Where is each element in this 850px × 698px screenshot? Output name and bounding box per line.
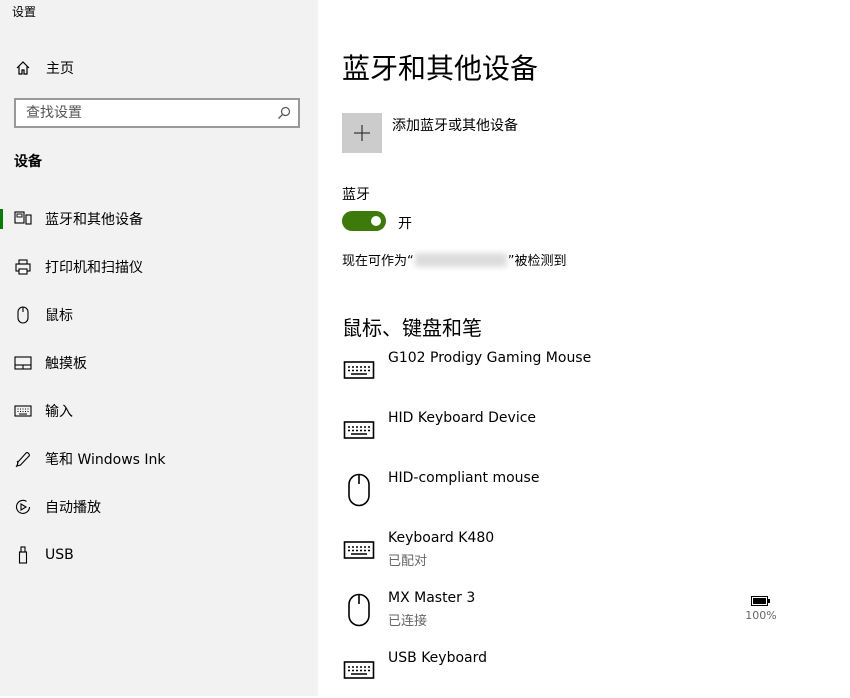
main-content: 蓝牙和其他设备 添加蓝牙或其他设备 蓝牙 开 现在可作为“ ”被检测到 鼠标、键…: [342, 0, 850, 696]
device-status: 已连接: [388, 614, 428, 629]
home-link[interactable]: 主页: [14, 58, 74, 78]
sidebar-item-printers[interactable]: 打印机和扫描仪: [0, 247, 318, 287]
redacted-device-name: [414, 252, 507, 267]
discoverable-text: 现在可作为“ ”被检测到: [342, 250, 567, 269]
sidebar-item-autoplay[interactable]: 自动播放: [0, 487, 318, 527]
plus-icon: [354, 125, 370, 141]
device-item[interactable]: USB Keyboard: [342, 650, 792, 698]
device-item[interactable]: G102 Prodigy Gaming Mouse: [342, 350, 792, 398]
sidebar-item-typing[interactable]: 输入: [0, 391, 318, 431]
discoverable-suffix: ”被检测到: [507, 254, 567, 269]
device-name: HID Keyboard Device: [388, 410, 537, 426]
device-name: HID-compliant mouse: [388, 470, 540, 486]
sidebar-item-label: 笔和 Windows Ink: [45, 452, 166, 468]
home-label: 主页: [46, 61, 74, 77]
section-title: 鼠标、键盘和笔: [342, 316, 482, 340]
keyboard-icon: [342, 532, 376, 568]
sidebar-item-pen[interactable]: 笔和 Windows Ink: [0, 439, 318, 479]
search-box: [14, 98, 300, 128]
pen-icon: [14, 450, 32, 468]
sidebar-item-bluetooth[interactable]: 蓝牙和其他设备: [0, 199, 318, 239]
sidebar-item-label: 触摸板: [45, 356, 87, 372]
device-status: 已配对: [388, 554, 428, 569]
bluetooth-devices-icon: [14, 210, 32, 228]
keyboard-icon: [342, 352, 376, 388]
sidebar-item-mouse[interactable]: 鼠标: [0, 295, 318, 335]
battery-indicator: 100%: [736, 596, 786, 622]
mouse-icon: [14, 306, 32, 324]
keyboard-icon: [14, 402, 32, 420]
page-title: 蓝牙和其他设备: [342, 52, 539, 85]
sidebar-item-label: 打印机和扫描仪: [45, 260, 143, 276]
sidebar-item-label: 自动播放: [45, 500, 101, 516]
keyboard-icon: [342, 412, 376, 448]
device-name: MX Master 3: [388, 590, 476, 606]
device-name: USB Keyboard: [388, 650, 487, 666]
add-device-label[interactable]: 添加蓝牙或其他设备: [392, 115, 518, 135]
bluetooth-toggle[interactable]: [342, 211, 386, 231]
printer-icon: [14, 258, 32, 276]
device-item[interactable]: HID Keyboard Device: [342, 410, 792, 458]
search-input[interactable]: [16, 104, 270, 122]
sidebar-section-heading: 设备: [14, 154, 42, 170]
bluetooth-state: 开: [398, 216, 412, 232]
discoverable-prefix: 现在可作为“: [342, 254, 414, 269]
bluetooth-label: 蓝牙: [342, 187, 370, 203]
toggle-knob: [371, 216, 381, 226]
device-name: Keyboard K480: [388, 530, 495, 546]
sidebar-item-label: 鼠标: [45, 308, 73, 324]
battery-percentage: 100%: [745, 609, 777, 622]
device-name: G102 Prodigy Gaming Mouse: [388, 350, 592, 366]
autoplay-icon: [14, 498, 32, 516]
home-icon: [14, 59, 32, 77]
sidebar-item-label: 输入: [45, 404, 73, 420]
usb-icon: [14, 546, 32, 564]
sidebar: 设置 主页 设备 蓝牙和其他设备 打印机和扫描仪 鼠标 触摸板: [0, 0, 318, 696]
sidebar-item-label: 蓝牙和其他设备: [45, 212, 143, 228]
app-title: 设置: [12, 5, 37, 19]
device-item[interactable]: Keyboard K480 已配对: [342, 530, 792, 578]
add-device-button[interactable]: [342, 113, 382, 153]
battery-icon: [736, 596, 786, 606]
keyboard-icon: [342, 652, 376, 688]
sidebar-item-touchpad[interactable]: 触摸板: [0, 343, 318, 383]
touchpad-icon: [14, 354, 32, 372]
mouse-icon: [342, 592, 376, 628]
device-item[interactable]: MX Master 3 已连接: [342, 590, 792, 638]
search-icon[interactable]: [270, 106, 298, 120]
device-item[interactable]: HID-compliant mouse: [342, 470, 792, 518]
sidebar-item-label: USB: [45, 547, 74, 563]
sidebar-item-usb[interactable]: USB: [0, 535, 318, 575]
mouse-icon: [342, 472, 376, 508]
